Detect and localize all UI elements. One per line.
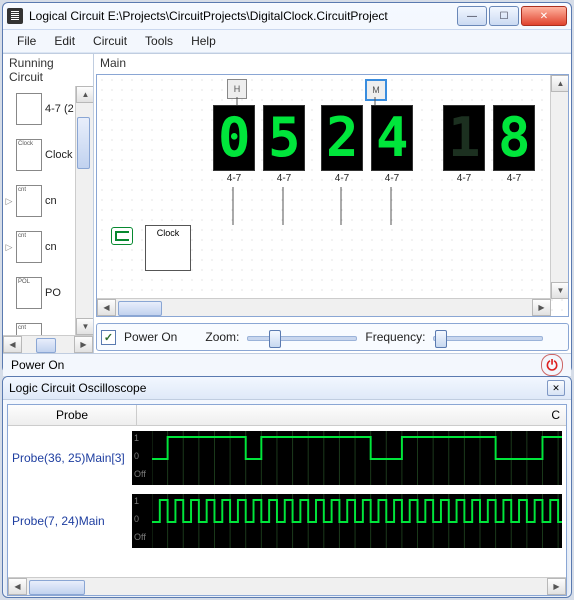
canvas-vscroll[interactable]: ▲ ▼	[550, 75, 568, 299]
menu-edit[interactable]: Edit	[46, 31, 83, 51]
control-bar: ✓ Power On Zoom: Frequency:	[96, 323, 569, 351]
scroll-up-icon[interactable]: ▲	[76, 86, 93, 103]
oscilloscope-row: Probe(36, 25)Main[3] 1 0 Off	[8, 426, 566, 489]
circuit-icon: Clock	[16, 139, 42, 171]
clock-block[interactable]: Clock	[145, 225, 191, 271]
oscilloscope-window: Logic Circuit Oscilloscope ✕ Probe C Pro…	[2, 376, 572, 598]
oscilloscope-close-button[interactable]: ✕	[547, 380, 565, 396]
oscilloscope-hscroll[interactable]: ◀ ▶	[8, 577, 566, 595]
tree-item-label: PO	[45, 287, 61, 299]
oscilloscope-body: Probe C Probe(36, 25)Main[3] 1 0 Off Pro…	[7, 404, 567, 596]
sidebar: Running Circuit 4-7 (2 ClockClock ▷cntcn…	[3, 54, 94, 353]
scroll-left-icon[interactable]: ◀	[97, 299, 116, 316]
tree-item-label: Clock	[45, 149, 73, 161]
expand-icon[interactable]: ▷	[5, 334, 13, 336]
seg7-display[interactable]: 04-7	[213, 105, 255, 184]
probe-name[interactable]: Probe(36, 25)Main[3]	[8, 451, 132, 465]
oscilloscope-titlebar[interactable]: Logic Circuit Oscilloscope ✕	[3, 377, 571, 400]
frequency-slider[interactable]	[433, 328, 543, 346]
close-button[interactable]: ✕	[521, 6, 567, 26]
expand-icon[interactable]: ▷	[5, 196, 13, 207]
circuit-tree[interactable]: 4-7 (2 ClockClock ▷cntcn ▷cntcn POLPO ▷c…	[3, 86, 93, 335]
sidebar-title: Running Circuit	[3, 54, 93, 86]
circuit-icon	[16, 93, 42, 125]
circuit-icon: cnt	[16, 323, 42, 335]
scroll-thumb[interactable]	[29, 580, 85, 595]
tree-item-label: cn	[45, 195, 57, 207]
seg7-display[interactable]: 84-7	[493, 105, 535, 184]
scroll-left-icon[interactable]: ◀	[8, 578, 27, 595]
frequency-label: Frequency:	[365, 330, 425, 344]
scroll-down-icon[interactable]: ▼	[551, 282, 569, 299]
zoom-slider[interactable]	[247, 328, 357, 346]
scroll-thumb[interactable]	[118, 301, 162, 316]
app-icon	[7, 8, 23, 24]
col-probe[interactable]: Probe	[8, 405, 137, 425]
maximize-button[interactable]: ☐	[489, 6, 519, 26]
pane-title: Main	[94, 54, 571, 72]
menubar: File Edit Circuit Tools Help	[3, 30, 571, 53]
circuit-icon: cnt	[16, 231, 42, 263]
scroll-left-icon[interactable]: ◀	[3, 336, 22, 353]
waveform[interactable]: 1 0 Off	[132, 494, 562, 548]
status-text: Power On	[11, 358, 64, 372]
circuit-icon: POL	[16, 277, 42, 309]
seg7-display[interactable]: 14-7	[443, 105, 485, 184]
app-window: Logical Circuit E:\Projects\CircuitProje…	[2, 2, 572, 373]
oscilloscope-title: Logic Circuit Oscilloscope	[9, 381, 146, 395]
power-label: Power On	[124, 330, 177, 344]
power-checkbox[interactable]: ✓	[101, 330, 116, 345]
seg7-display[interactable]: 54-7	[263, 105, 305, 184]
oscilloscope-row: Probe(7, 24)Main 1 0 Off	[8, 489, 566, 552]
scroll-thumb[interactable]	[77, 117, 90, 169]
scroll-up-icon[interactable]: ▲	[551, 75, 569, 92]
main-pane: Main H M 04-7 54-7 24-7 44-7 14-7 84-7 C…	[94, 54, 571, 353]
power-icon[interactable]: ⏻	[541, 354, 563, 376]
pin-m-button[interactable]: M	[365, 79, 387, 101]
zoom-label: Zoom:	[205, 330, 239, 344]
expand-icon[interactable]: ▷	[5, 242, 13, 253]
menu-help[interactable]: Help	[183, 31, 224, 51]
seg7-display[interactable]: 24-7	[321, 105, 363, 184]
scroll-right-icon[interactable]: ▶	[74, 336, 93, 353]
scroll-thumb[interactable]	[36, 338, 56, 353]
menu-tools[interactable]: Tools	[137, 31, 181, 51]
sidebar-hscroll[interactable]: ◀ ▶	[3, 335, 93, 353]
statusbar: Power On ⏻	[3, 353, 571, 376]
seg7-display[interactable]: 44-7	[371, 105, 413, 184]
menu-file[interactable]: File	[9, 31, 44, 51]
tree-item-label: cn	[45, 241, 57, 253]
menu-circuit[interactable]: Circuit	[85, 31, 135, 51]
tree-item-label: 4-7 (2	[45, 103, 74, 115]
pulse-source-icon[interactable]	[111, 227, 133, 245]
tree-item-label: cn	[45, 333, 57, 335]
col-c[interactable]: C	[137, 405, 566, 425]
sidebar-vscroll[interactable]: ▲ ▼	[75, 86, 93, 335]
circuit-icon: cnt	[16, 185, 42, 217]
scroll-down-icon[interactable]: ▼	[76, 318, 93, 335]
scroll-right-icon[interactable]: ▶	[547, 578, 566, 595]
waveform[interactable]: 1 0 Off	[132, 431, 562, 485]
probe-name[interactable]: Probe(7, 24)Main	[8, 514, 132, 528]
scroll-right-icon[interactable]: ▶	[532, 299, 551, 316]
circuit-canvas[interactable]: H M 04-7 54-7 24-7 44-7 14-7 84-7 Clock	[96, 74, 569, 317]
window-title: Logical Circuit E:\Projects\CircuitProje…	[29, 9, 457, 23]
canvas-hscroll[interactable]: ◀ ▶	[97, 298, 551, 316]
minimize-button[interactable]: —	[457, 6, 487, 26]
oscilloscope-header: Probe C	[8, 405, 566, 426]
pin-h-button[interactable]: H	[227, 79, 247, 99]
titlebar[interactable]: Logical Circuit E:\Projects\CircuitProje…	[3, 3, 571, 30]
